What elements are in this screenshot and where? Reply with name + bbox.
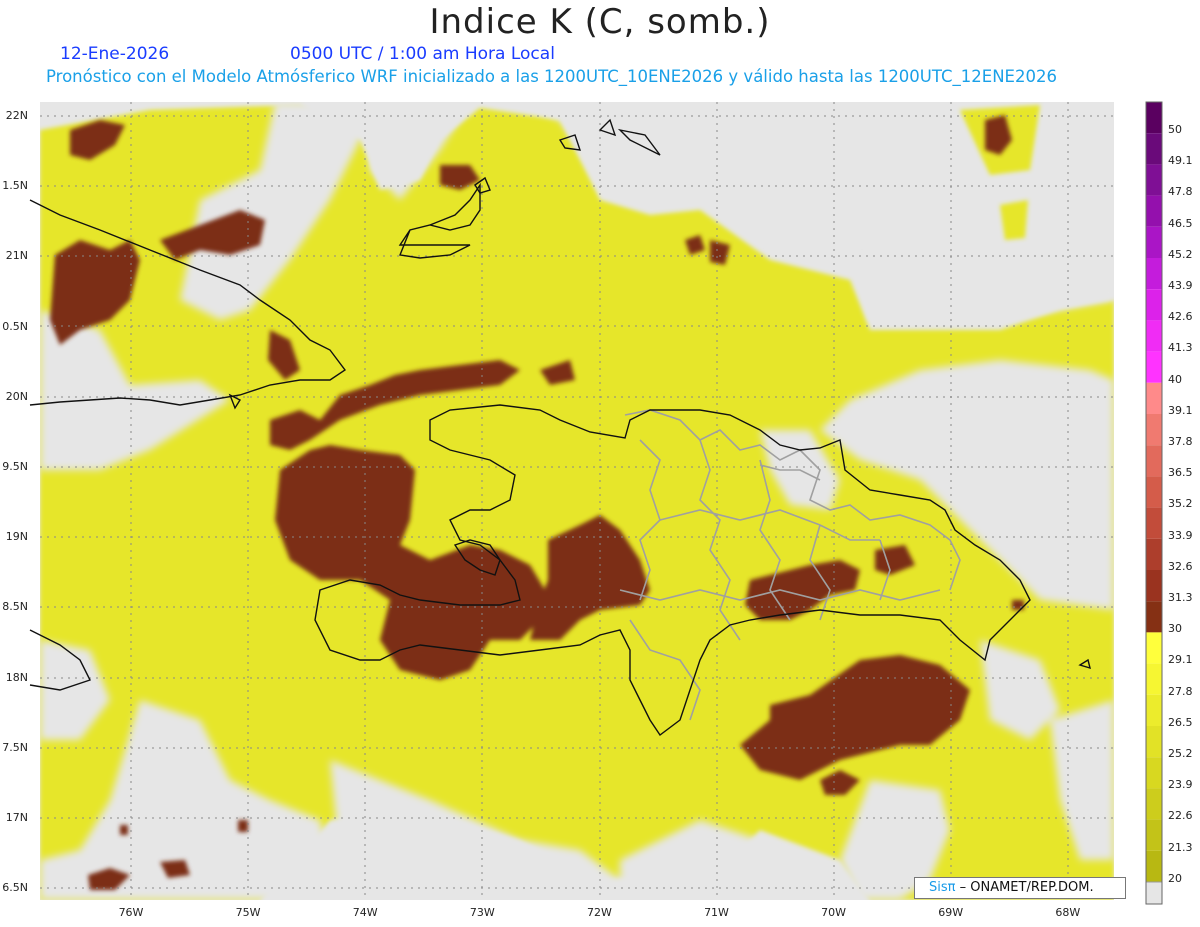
colorbar-label: 37.8 bbox=[1168, 435, 1193, 448]
colorbar-swatch bbox=[1146, 226, 1162, 258]
colorbar-swatch bbox=[1146, 476, 1162, 508]
colorbar-label: 27.8 bbox=[1168, 684, 1193, 698]
colorbar-swatch bbox=[1146, 726, 1162, 758]
colorbar-swatch bbox=[1146, 382, 1162, 414]
colorbar-swatch bbox=[1146, 850, 1162, 882]
colorbar-label: 41.3 bbox=[1168, 341, 1193, 355]
lat-label: 19N bbox=[5, 530, 28, 544]
colorbar-swatch bbox=[1146, 258, 1162, 290]
lat-label: 21N bbox=[5, 249, 28, 263]
colorbar-swatch bbox=[1146, 757, 1162, 789]
lon-label: 72W bbox=[586, 906, 612, 919]
colorbar-label: 39.1 bbox=[1168, 403, 1193, 417]
colorbar bbox=[1145, 101, 1163, 905]
colorbar-swatch bbox=[1146, 694, 1162, 726]
colorbar-swatch bbox=[1146, 164, 1162, 196]
colorbar-label: 32.6 bbox=[1168, 559, 1193, 573]
colorbar-label: 49.1 bbox=[1168, 154, 1193, 168]
colorbar-swatch bbox=[1146, 445, 1162, 477]
map-title: Indice K (C, somb.) bbox=[429, 2, 771, 42]
colorbar-swatch bbox=[1146, 320, 1162, 352]
colorbar-label: 30 bbox=[1168, 622, 1182, 636]
colorbar-swatch bbox=[1146, 538, 1162, 570]
lat-label: 7.5N bbox=[2, 740, 28, 754]
colorbar-label: 21.3 bbox=[1168, 840, 1193, 854]
colorbar-label: 33.9 bbox=[1168, 528, 1193, 542]
forecast-map bbox=[29, 101, 1163, 905]
lon-label: 68W bbox=[1055, 906, 1081, 919]
colorbar-label: 20 bbox=[1168, 871, 1182, 885]
lon-label: 75W bbox=[235, 906, 261, 919]
lon-label: 73W bbox=[469, 906, 495, 919]
colorbar-swatch bbox=[1146, 195, 1162, 227]
colorbar-swatch bbox=[1146, 102, 1162, 134]
lon-label: 76W bbox=[118, 906, 144, 919]
lat-label: 6.5N bbox=[2, 881, 28, 895]
lat-label: 20N bbox=[5, 389, 28, 403]
colorbar-label: 25.2 bbox=[1168, 747, 1193, 760]
colorbar-label: 47.8 bbox=[1168, 185, 1193, 199]
colorbar-label: 42.6 bbox=[1168, 310, 1193, 324]
colorbar-label: 29.1 bbox=[1168, 653, 1193, 667]
forecast-date: 12-Ene-2026 bbox=[60, 44, 170, 64]
colorbar-swatch bbox=[1146, 133, 1162, 165]
colorbar-swatch bbox=[1146, 351, 1162, 383]
lat-label: 1.5N bbox=[2, 179, 28, 193]
colorbar-label: 45.2 bbox=[1168, 247, 1193, 261]
colorbar-swatch bbox=[1146, 570, 1162, 602]
model-subtitle: Pronóstico con el Modelo Atmósferico WRF… bbox=[46, 67, 1057, 86]
colorbar-label: 35.2 bbox=[1168, 497, 1193, 511]
colorbar-below-swatch bbox=[1145, 881, 1163, 905]
colorbar-label: 43.9 bbox=[1168, 279, 1193, 292]
lon-label: 69W bbox=[938, 906, 964, 919]
lat-label: 18N bbox=[5, 670, 28, 684]
colorbar-label: 23.9 bbox=[1168, 778, 1193, 792]
colorbar-label: 36.5 bbox=[1168, 466, 1193, 480]
forecast-time: 0500 UTC / 1:00 am Hora Local bbox=[290, 44, 555, 64]
lat-label: 17N bbox=[5, 811, 28, 824]
lat-label: 9.5N bbox=[2, 460, 28, 473]
lon-label: 74W bbox=[352, 906, 378, 919]
logo-text: – ONAMET/REP.DOM. bbox=[959, 880, 1094, 895]
colorbar-label: 46.5 bbox=[1168, 216, 1193, 230]
lat-label: 22N bbox=[5, 109, 28, 122]
colorbar-label: 40 bbox=[1168, 372, 1182, 386]
lat-label: 0.5N bbox=[2, 319, 28, 333]
colorbar-label: 22.6 bbox=[1168, 809, 1193, 823]
logo-brand: Sisπ bbox=[929, 880, 956, 895]
colorbar-label: 50 bbox=[1168, 123, 1182, 136]
onamet-logo: Sisπ – ONAMET/REP.DOM. bbox=[914, 877, 1126, 899]
colorbar-swatch bbox=[1146, 289, 1162, 321]
colorbar-label: 31.3 bbox=[1168, 591, 1193, 604]
colorbar-swatch bbox=[1146, 601, 1162, 633]
colorbar-swatch bbox=[1146, 632, 1162, 664]
colorbar-label: 26.5 bbox=[1168, 715, 1193, 729]
lat-label: 8.5N bbox=[2, 600, 28, 614]
colorbar-swatch bbox=[1146, 819, 1162, 851]
lon-label: 71W bbox=[704, 906, 729, 919]
colorbar-swatch bbox=[1146, 414, 1162, 446]
lon-label: 70W bbox=[821, 906, 847, 919]
colorbar-swatch bbox=[1146, 663, 1162, 695]
colorbar-swatch bbox=[1146, 788, 1162, 820]
colorbar-swatch bbox=[1146, 507, 1162, 539]
